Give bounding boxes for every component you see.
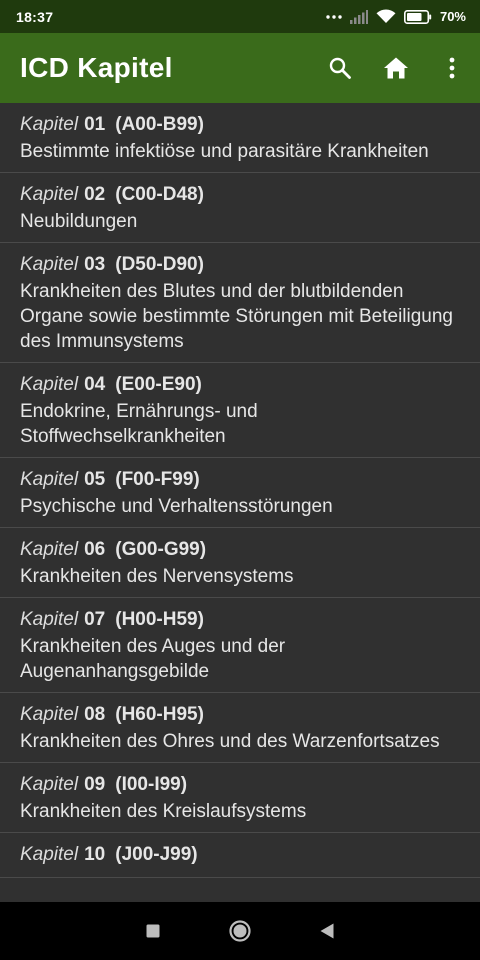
chapter-number: 09 <box>84 774 106 795</box>
battery-icon <box>403 9 432 24</box>
chapter-item[interactable]: Kapitel 02 (C00-D48) Neubildungen <box>0 173 480 243</box>
chapter-item[interactable]: Kapitel 03 (D50-D90) Krankheiten des Blute… <box>0 243 480 363</box>
chapter-heading: Kapitel 04 (E00-E90) <box>20 372 460 398</box>
chapter-title: Endokrine, Ernährungs- und Stoffwechselk… <box>20 401 258 447</box>
battery-percentage: 70% <box>439 9 466 24</box>
chapter-number: 07 <box>84 609 106 630</box>
chapter-heading: Kapitel 01 (A00-B99) <box>20 112 460 138</box>
chapter-code-range: (I00-I99) <box>115 774 188 795</box>
chapter-list: Kapitel 01 (A00-B99) Bestimmte infektiöse … <box>0 103 480 902</box>
home-button[interactable] <box>368 33 424 103</box>
chapter-code-range: (H00-H59) <box>115 609 204 630</box>
chapter-item[interactable]: Kapitel 07 (H00-H59) Krankheiten des Auges… <box>0 598 480 693</box>
chapter-item[interactable]: Kapitel 09 (I00-I99) Krankheiten des Kreis… <box>0 763 480 833</box>
chapter-code-range: (H60-H95) <box>115 704 204 725</box>
chapter-number: 01 <box>84 114 106 135</box>
home-nav-button[interactable] <box>220 911 260 951</box>
chapter-item[interactable]: Kapitel 05 (F00-F99) Psychische und Verhal… <box>0 458 480 528</box>
chapter-label: Kapitel <box>20 374 79 395</box>
chapter-heading: Kapitel 06 (G00-G99) <box>20 537 460 563</box>
chapter-title: Bestimmte infektiöse und parasitäre Kran… <box>20 141 429 162</box>
chapter-number: 10 <box>84 844 106 865</box>
chapter-code-range: (J00-J99) <box>115 844 198 865</box>
chapter-code-range: (D50-D90) <box>115 254 204 275</box>
search-icon <box>329 57 351 79</box>
chapter-title: Neubildungen <box>20 211 138 232</box>
back-triangle-icon <box>320 923 334 939</box>
more-options-button[interactable] <box>424 33 480 103</box>
chapter-label: Kapitel <box>20 114 79 135</box>
recents-button[interactable] <box>133 911 173 951</box>
chapter-heading: Kapitel 09 (I00-I99) <box>20 772 460 798</box>
status-time: 18:37 <box>16 8 54 25</box>
chapter-heading: Kapitel 10 (J00-J99) <box>20 842 460 868</box>
chapter-title: Psychische und Verhaltensstörungen <box>20 496 333 517</box>
home-circle-icon <box>229 920 251 942</box>
status-icons: 70% <box>326 9 466 24</box>
chapter-code-range: (G00-G99) <box>115 539 207 560</box>
more-vert-icon <box>449 57 455 79</box>
notification-dots-icon <box>326 14 342 19</box>
chapter-label: Kapitel <box>20 539 79 560</box>
chapter-title: Krankheiten des Kreislaufsystems <box>20 801 307 822</box>
chapter-code-range: (A00-B99) <box>115 114 204 135</box>
chapter-label: Kapitel <box>20 609 79 630</box>
chapter-heading: Kapitel 02 (C00-D48) <box>20 182 460 208</box>
wifi-icon <box>376 9 396 23</box>
chapter-heading: Kapitel 03 (D50-D90) <box>20 252 460 278</box>
app-bar: ICD Kapitel <box>0 33 480 103</box>
chapter-item[interactable]: Kapitel 08 (H60-H95) Krankheiten des Ohres… <box>0 693 480 763</box>
chapter-title: Krankheiten des Auges und der Augenanhan… <box>20 636 286 682</box>
search-button[interactable] <box>312 33 368 103</box>
app-actions <box>312 33 480 103</box>
back-button[interactable] <box>307 911 347 951</box>
chapter-number: 08 <box>84 704 106 725</box>
chapter-label: Kapitel <box>20 469 79 490</box>
chapter-label: Kapitel <box>20 704 79 725</box>
chapter-title: Krankheiten des Ohres und des Warzenfort… <box>20 731 440 752</box>
app-title: ICD Kapitel <box>20 52 173 83</box>
chapter-number: 06 <box>84 539 106 560</box>
recents-square-icon <box>146 924 160 938</box>
home-icon <box>384 57 408 79</box>
chapter-number: 02 <box>84 184 106 205</box>
chapter-label: Kapitel <box>20 844 79 865</box>
status-bar: 18:37 70% <box>0 0 480 33</box>
chapter-title: Krankheiten des Nervensystems <box>20 566 294 587</box>
signal-icon <box>349 9 368 24</box>
chapter-code-range: (F00-F99) <box>115 469 200 490</box>
chapter-item[interactable]: Kapitel 04 (E00-E90) Endokrine, Ernährungs… <box>0 363 480 458</box>
chapter-item[interactable]: Kapitel 01 (A00-B99) Bestimmte infektiöse … <box>0 103 480 173</box>
chapter-item[interactable]: Kapitel 06 (G00-G99) Krankheiten des Nerve… <box>0 528 480 598</box>
chapter-number: 04 <box>84 374 106 395</box>
chapter-number: 03 <box>84 254 106 275</box>
chapter-item[interactable]: Kapitel 10 (J00-J99) <box>0 833 480 878</box>
chapter-label: Kapitel <box>20 184 79 205</box>
chapter-label: Kapitel <box>20 774 79 795</box>
chapter-heading: Kapitel 08 (H60-H95) <box>20 702 460 728</box>
chapter-label: Kapitel <box>20 254 79 275</box>
chapter-code-range: (E00-E90) <box>115 374 202 395</box>
chapter-code-range: (C00-D48) <box>115 184 204 205</box>
chapter-heading: Kapitel 05 (F00-F99) <box>20 467 460 493</box>
chapter-number: 05 <box>84 469 106 490</box>
system-nav-bar <box>0 902 480 960</box>
chapter-heading: Kapitel 07 (H00-H59) <box>20 607 460 633</box>
chapter-title: Krankheiten des Blutes und der blutbilde… <box>20 281 454 352</box>
